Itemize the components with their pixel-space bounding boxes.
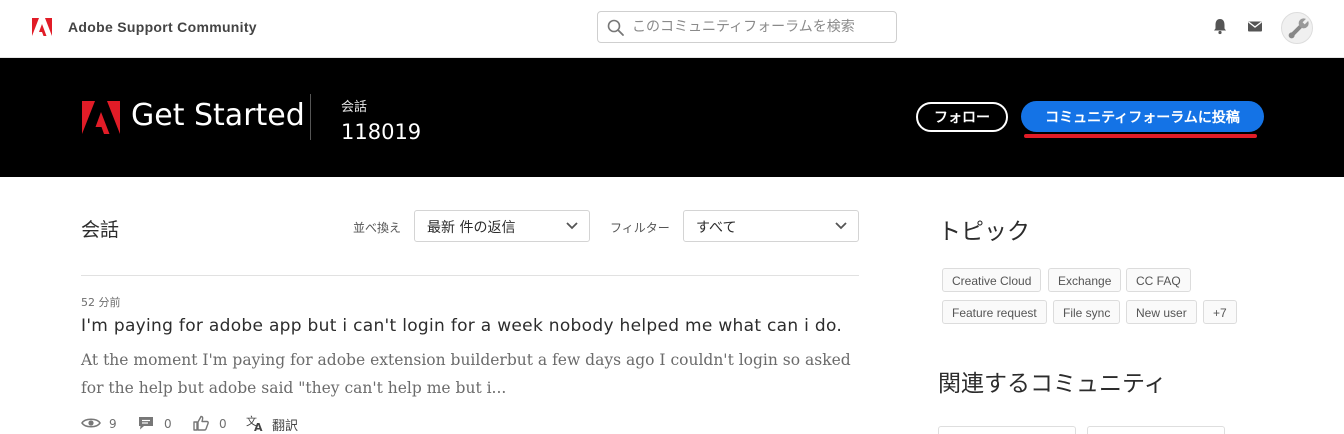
eye-icon [81, 418, 101, 428]
adobe-logo-icon [82, 101, 120, 134]
post-excerpt: At the moment I'm paying for adobe exten… [81, 351, 851, 397]
post-title-link[interactable]: I'm paying for adobe app but i can't log… [81, 316, 842, 336]
filter-label: フィルター [610, 221, 670, 235]
translate-label: 翻訳 [272, 419, 299, 434]
thumbs-up-icon [193, 415, 209, 431]
topic-tag[interactable]: CC FAQ [1126, 268, 1191, 292]
replies-stat: 0 [137, 414, 177, 432]
annotation-underline [1024, 134, 1257, 138]
top-navigation-bar: Adobe Support Community [0, 0, 1344, 58]
topic-tag[interactable]: Feature request [942, 300, 1047, 324]
filter-dropdown[interactable]: すべて [683, 210, 859, 242]
community-hero-banner: Get Started 会話 118019 フォロー コミュニティフォーラムに投… [0, 58, 1344, 177]
translate-action[interactable]: 文 A 翻訳 [246, 414, 306, 434]
views-count: 9 [109, 417, 117, 431]
views-stat: 9 [81, 414, 121, 432]
more-topics-tag[interactable]: +7 [1203, 300, 1237, 324]
sort-value: 最新 件の返信 [427, 220, 516, 236]
chevron-down-icon [835, 222, 847, 230]
adobe-logo-icon[interactable] [32, 18, 52, 36]
topic-tag[interactable]: New user [1126, 300, 1197, 324]
likes-count: 0 [219, 417, 227, 431]
related-communities-heading: 関連するコミュニティ [938, 371, 1167, 397]
related-community-card[interactable] [1087, 426, 1225, 434]
community-title: Get Started [131, 98, 305, 133]
topic-tag[interactable]: File sync [1053, 300, 1121, 324]
post-timestamp: 52 分前 [81, 296, 121, 309]
translate-icon: 文 A [246, 414, 263, 432]
site-brand-link[interactable]: Adobe Support Community [68, 19, 257, 35]
filter-value: すべて [696, 220, 737, 236]
messages-envelope-icon[interactable] [1246, 17, 1264, 35]
user-avatar[interactable] [1281, 12, 1313, 44]
post-to-forum-button[interactable]: コミュニティフォーラムに投稿 [1021, 101, 1264, 132]
comment-icon [139, 417, 153, 430]
wrench-avatar-icon [1288, 18, 1309, 39]
search-input[interactable] [632, 16, 890, 38]
related-community-card[interactable] [938, 426, 1076, 434]
chevron-down-icon [566, 222, 578, 230]
topic-tag[interactable]: Exchange [1048, 268, 1122, 292]
svg-text:A: A [254, 421, 263, 432]
conversations-count: 118019 [341, 120, 422, 144]
topic-tag[interactable]: Creative Cloud [942, 268, 1042, 292]
sort-label: 並べ換え [353, 221, 402, 235]
replies-count: 0 [164, 417, 172, 431]
conversations-heading: 会話 [81, 219, 120, 241]
follow-button[interactable]: フォロー [916, 102, 1008, 132]
notifications-bell-icon[interactable] [1211, 17, 1229, 35]
list-divider [81, 275, 859, 276]
conversations-label: 会話 [341, 100, 368, 115]
search-box[interactable] [597, 11, 897, 43]
likes-stat[interactable]: 0 [192, 414, 232, 432]
header-divider [310, 94, 311, 140]
sort-dropdown[interactable]: 最新 件の返信 [414, 210, 590, 242]
topics-heading: トピック [938, 219, 1030, 245]
search-icon [607, 19, 624, 36]
